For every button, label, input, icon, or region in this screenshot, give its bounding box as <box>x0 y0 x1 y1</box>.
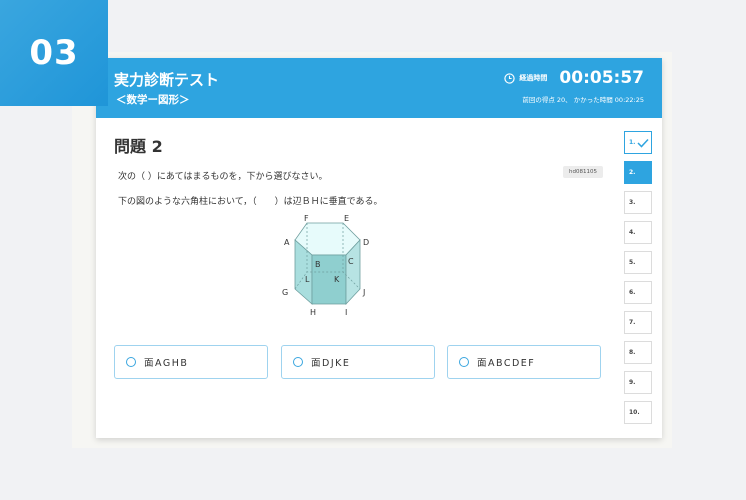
vertex-label-a: A <box>284 238 290 247</box>
choice-label: 面DJKE <box>311 358 351 369</box>
question-nav-label: 10. <box>629 409 640 416</box>
clock-icon <box>504 72 516 84</box>
choice-option-1[interactable]: 面AGHB <box>114 345 268 379</box>
radio-button[interactable] <box>126 357 136 367</box>
test-header: 実力診断テスト ＜数学ー図形＞ 経過時間 00:05:57 前回の得点 20、 … <box>96 58 662 118</box>
question-nav-label: 4. <box>629 229 636 236</box>
vertex-label-b: B <box>315 260 321 269</box>
hexagonal-prism-figure: A B C D E F G H I J K L <box>282 214 369 317</box>
question-nav-4[interactable]: 4. <box>624 221 652 244</box>
question-title: 問題 2 <box>114 137 163 156</box>
timer: 経過時間 00:05:57 <box>504 68 644 88</box>
vertex-label-d: D <box>363 238 369 247</box>
question-id-badge: hd081105 <box>563 166 603 178</box>
vertex-label-i: I <box>345 308 347 317</box>
question-nav-7[interactable]: 7. <box>624 311 652 334</box>
question-nav-10[interactable]: 10. <box>624 401 652 424</box>
step-number-badge: 03 <box>0 0 108 106</box>
vertex-label-g: G <box>282 288 288 297</box>
choice-label: 面AGHB <box>144 358 189 369</box>
vertex-label-h: H <box>310 308 316 317</box>
radio-button[interactable] <box>293 357 303 367</box>
question-nav-label: 9. <box>629 379 636 386</box>
vertex-label-l: L <box>305 275 310 284</box>
question-nav-2[interactable]: 2. <box>624 161 652 184</box>
timer-label: 経過時間 <box>519 74 548 82</box>
test-card: 実力診断テスト ＜数学ー図形＞ 経過時間 00:05:57 前回の得点 20、 … <box>96 58 662 438</box>
question-nav-5[interactable]: 5. <box>624 251 652 274</box>
vertex-label-f: F <box>304 214 309 223</box>
radio-button[interactable] <box>459 357 469 367</box>
vertex-label-k: K <box>334 275 340 284</box>
question-nav-3[interactable]: 3. <box>624 191 652 214</box>
test-subtitle: ＜数学ー図形＞ <box>116 94 190 106</box>
question-nav-1[interactable]: 1. <box>624 131 652 154</box>
question-nav-label: 6. <box>629 289 636 296</box>
choice-option-3[interactable]: 面ABCDEF <box>447 345 601 379</box>
question-nav-9[interactable]: 9. <box>624 371 652 394</box>
vertex-label-c: C <box>348 257 354 266</box>
question-nav-label: 5. <box>629 259 636 266</box>
vertex-label-e: E <box>344 214 349 223</box>
vertex-label-j: J <box>362 288 365 297</box>
previous-score-info: 前回の得点 20、 かかった時間 00:22:25 <box>522 96 644 104</box>
timer-value: 00:05:57 <box>559 68 644 88</box>
question-nav-label: 7. <box>629 319 636 326</box>
question-instruction: 次の（ ）にあてはまるものを，下から選びなさい。 <box>118 172 328 182</box>
question-nav-label: 8. <box>629 349 636 356</box>
question-nav-8[interactable]: 8. <box>624 341 652 364</box>
test-title: 実力診断テスト <box>114 71 220 89</box>
choice-option-2[interactable]: 面DJKE <box>281 345 435 379</box>
check-icon <box>637 138 650 148</box>
question-text: 下の図のような六角柱において，（ ）は辺ＢＨに垂直である。 <box>118 197 383 207</box>
question-nav-label: 3. <box>629 199 636 206</box>
question-nav-6[interactable]: 6. <box>624 281 652 304</box>
question-nav-label: 1. <box>629 139 636 146</box>
question-nav-label: 2. <box>629 169 636 176</box>
choice-label: 面ABCDEF <box>477 358 536 369</box>
